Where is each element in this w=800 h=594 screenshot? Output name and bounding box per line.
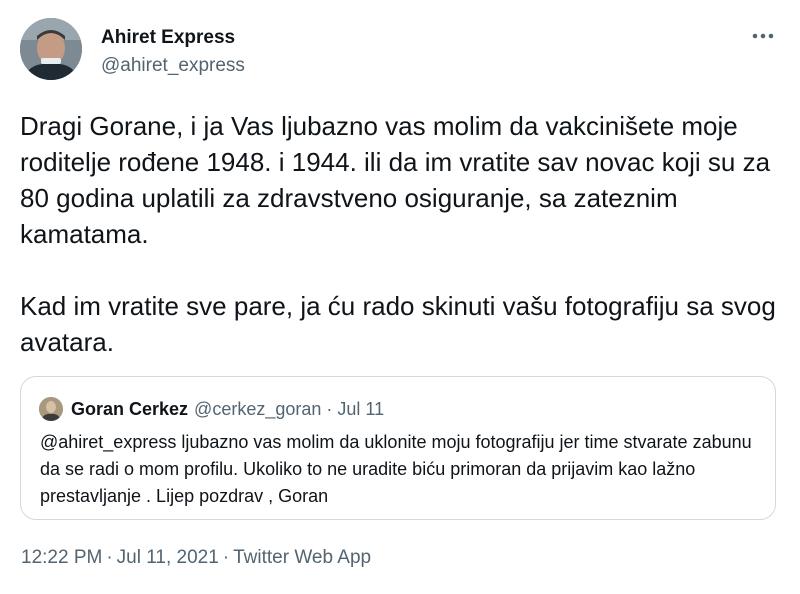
- tweet-date[interactable]: Jul 11, 2021: [117, 547, 219, 568]
- tweet: Ahiret Express @ahiret_express Dragi Gor…: [0, 0, 800, 594]
- tweet-text: Dragi Gorane, i ja Vas ljubazno vas moli…: [20, 108, 780, 360]
- tweet-meta: 12:22 PM · Jul 11, 2021 · Twitter Web App: [21, 546, 371, 570]
- quoted-date: Jul 11: [337, 399, 385, 419]
- quoted-author-handle: @cerkez_goran: [194, 399, 322, 419]
- meta-separator: ·: [222, 547, 230, 568]
- more-horizontal-icon: [752, 33, 774, 39]
- tweet-paragraph: Kad im vratite sve pare, ja ću rado skin…: [20, 291, 776, 357]
- author-handle[interactable]: @ahiret_express: [101, 54, 245, 78]
- quoted-tweet[interactable]: Goran Cerkez @cerkez_goran · Jul 11 @ahi…: [20, 376, 776, 520]
- quoted-separator: ·: [326, 399, 333, 419]
- author-block: Ahiret Express @ahiret_express: [101, 26, 245, 78]
- author-display-name[interactable]: Ahiret Express: [101, 26, 245, 50]
- quoted-tweet-text: @ahiret_express ljubazno vas molim da uk…: [40, 432, 752, 506]
- quoted-tweet-header: Goran Cerkez @cerkez_goran · Jul 11: [39, 397, 384, 421]
- more-options-button[interactable]: [748, 24, 778, 48]
- quoted-author-name: Goran Cerkez: [71, 399, 189, 419]
- tweet-time[interactable]: 12:22 PM: [21, 547, 102, 568]
- author-avatar[interactable]: [20, 18, 82, 80]
- meta-separator: ·: [106, 547, 113, 568]
- quoted-author-avatar: [39, 397, 63, 421]
- tweet-paragraph: Dragi Gorane, i ja Vas ljubazno vas moli…: [20, 111, 771, 249]
- tweet-source[interactable]: Twitter Web App: [233, 547, 371, 568]
